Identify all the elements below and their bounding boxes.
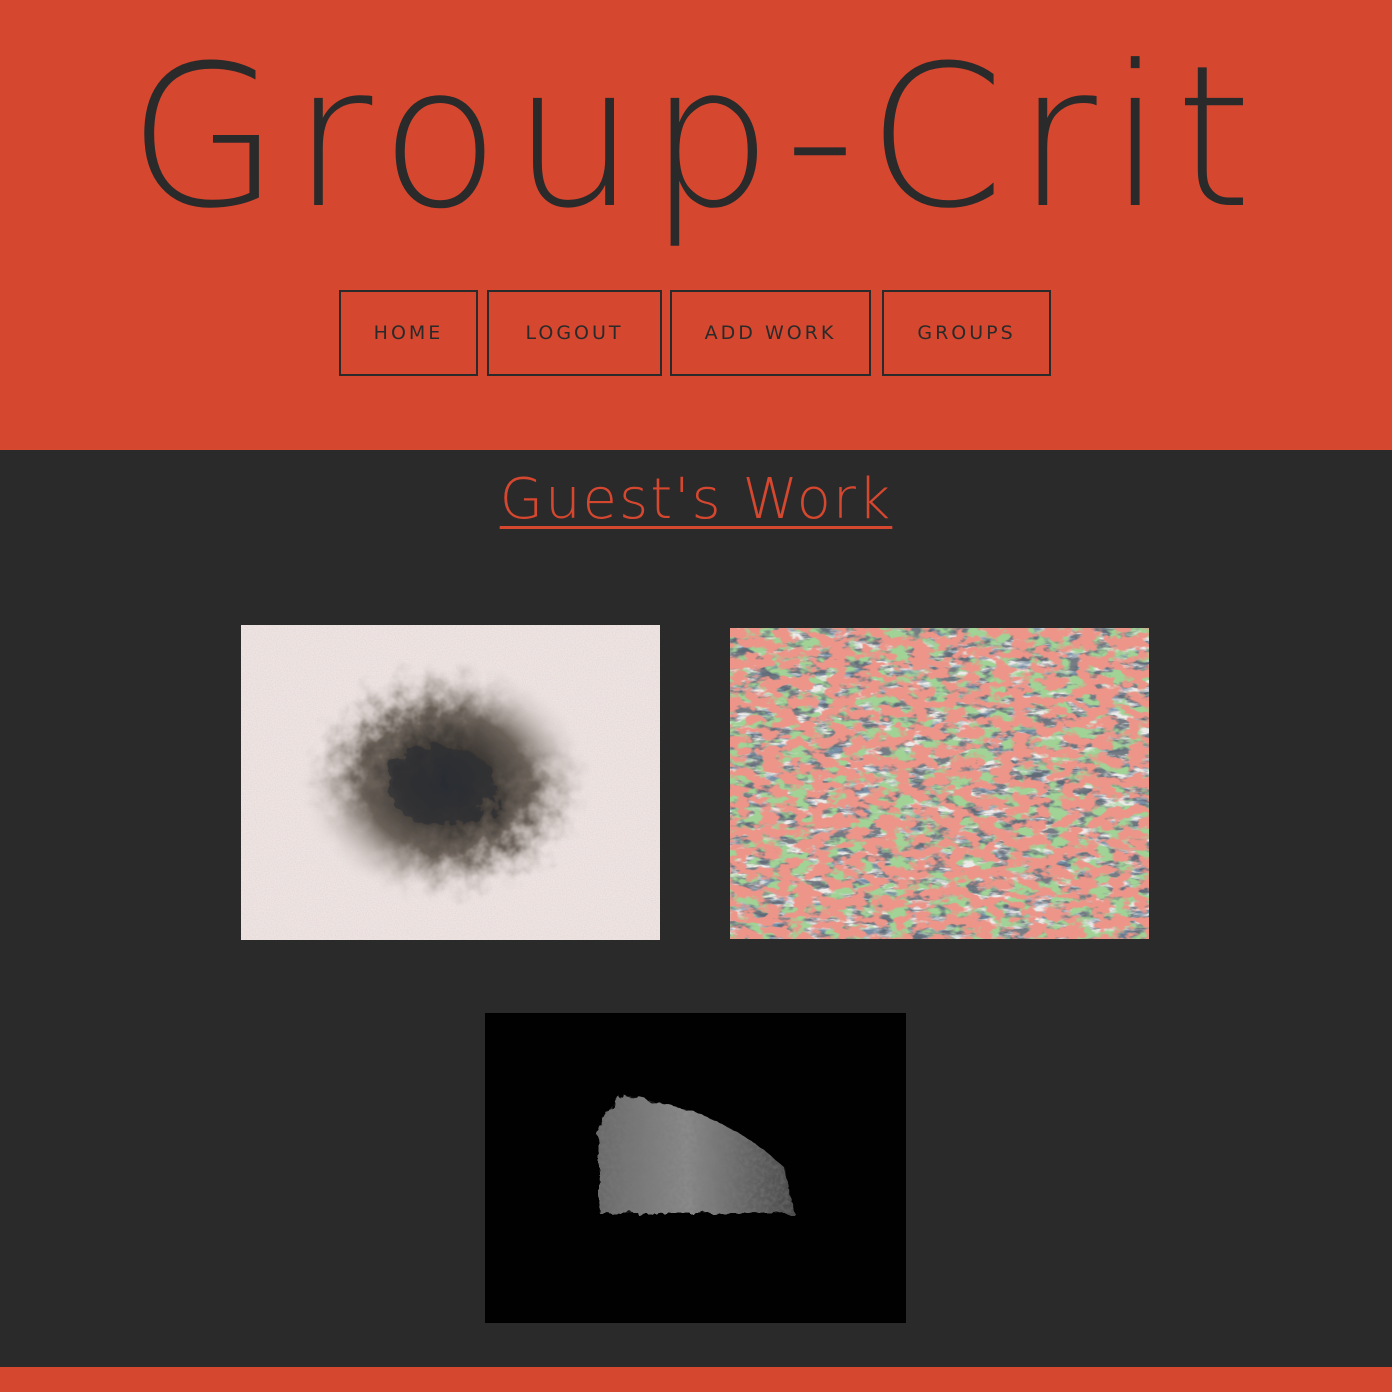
artwork-image-2 (730, 628, 1149, 939)
page-heading: Guest's Work (0, 460, 1392, 540)
site-footer (0, 1367, 1392, 1392)
site-header: Group-Crit HOME LOGOUT ADD WORK GROUPS (0, 0, 1392, 450)
main-nav: HOME LOGOUT ADD WORK GROUPS (0, 290, 1392, 380)
nav-home-button[interactable]: HOME (339, 290, 478, 376)
site-title: Group-Crit (127, 24, 1265, 252)
nav-groups-label: GROUPS (917, 322, 1016, 344)
artwork-thumbnail-1[interactable] (241, 625, 660, 940)
nav-add-work-label: ADD WORK (704, 322, 837, 344)
artwork-thumbnail-3[interactable] (485, 1013, 906, 1323)
nav-add-work-button[interactable]: ADD WORK (670, 290, 871, 376)
artwork-image-1 (241, 625, 660, 940)
nav-logout-label: LOGOUT (525, 322, 624, 344)
guest-work-link[interactable]: Guest's Work (500, 467, 893, 532)
artwork-thumbnail-2[interactable] (730, 628, 1149, 939)
nav-logout-button[interactable]: LOGOUT (487, 290, 662, 376)
artwork-image-3 (485, 1013, 906, 1323)
nav-groups-button[interactable]: GROUPS (882, 290, 1051, 376)
main-content: Guest's Work (0, 450, 1392, 1367)
nav-home-label: HOME (373, 322, 444, 344)
